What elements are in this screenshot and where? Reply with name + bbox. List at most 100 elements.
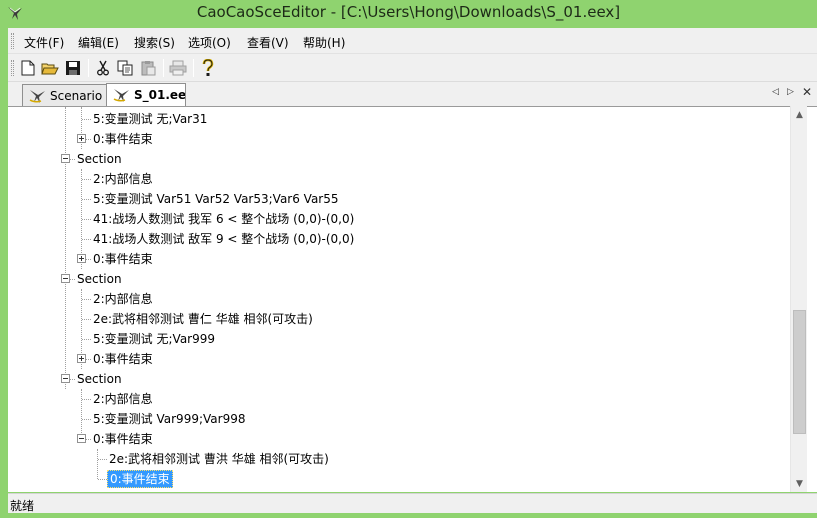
tree-node-label[interactable]: 41:战场人数测试 我军 6 < 整个战场 (0,0)-(0,0) [91, 211, 356, 227]
tree-node-label[interactable]: 0:事件结束 [107, 470, 173, 488]
tree-node[interactable]: 0:事件结束 [8, 129, 788, 149]
tree-node-label[interactable]: 41:战场人数测试 敌军 9 < 整个战场 (0,0)-(0,0) [91, 231, 356, 247]
tree-node[interactable]: 41:战场人数测试 我军 6 < 整个战场 (0,0)-(0,0) [8, 209, 788, 229]
copy-button[interactable] [115, 58, 135, 78]
menu-help[interactable]: 帮助(H) [303, 34, 345, 51]
tree-node[interactable]: 5:变量测试 Var51 Var52 Var53;Var6 Var55 [8, 189, 788, 209]
collapse-icon[interactable] [77, 434, 86, 443]
tab-scroll-right-icon[interactable]: ▷ [787, 87, 794, 97]
tree-node-label[interactable]: 0:事件结束 [91, 351, 155, 367]
tree-connector [82, 239, 91, 240]
cut-button[interactable] [93, 58, 113, 78]
tree-connector [98, 459, 107, 460]
toolbar [8, 54, 817, 82]
tree-node[interactable]: 41:战场人数测试 敌军 9 < 整个战场 (0,0)-(0,0) [8, 229, 788, 249]
tree-node-label[interactable]: 5:变量测试 Var51 Var52 Var53;Var6 Var55 [91, 191, 341, 207]
collapse-icon[interactable] [61, 154, 70, 163]
tab-s01-label: S_01.eex [134, 88, 186, 102]
toolbar-separator [193, 59, 194, 77]
tree-node-label[interactable]: 2:内部信息 [91, 171, 155, 187]
tree-node[interactable]: 2e:武将相邻测试 曹洪 华雄 相邻(可攻击) [8, 449, 788, 469]
tree-node-label[interactable]: 5:变量测试 Var999;Var998 [91, 411, 247, 427]
open-folder-icon [41, 63, 59, 75]
tree-node-label[interactable]: 0:事件结束 [91, 431, 155, 447]
scroll-down-arrow-icon[interactable]: ▼ [791, 475, 808, 492]
document-tabs: Scenario S_01.eex ◁ ▷ ✕ [8, 82, 817, 106]
vertical-scrollbar[interactable]: ▲ ▼ [790, 106, 807, 492]
menu-search[interactable]: 搜索(S) [134, 34, 175, 51]
tree-connector [82, 179, 91, 180]
menu-view[interactable]: 查看(V) [247, 34, 289, 51]
status-bar: 就绪 [8, 493, 817, 513]
tree-node[interactable]: 5:变量测试 Var999;Var998 [8, 409, 788, 429]
scroll-thumb[interactable] [793, 309, 806, 434]
toolbar-grip[interactable] [11, 60, 14, 76]
close-tab-icon[interactable]: ✕ [802, 85, 812, 99]
tree-node[interactable]: 2:内部信息 [8, 389, 788, 409]
status-text: 就绪 [10, 499, 35, 513]
open-button[interactable] [40, 58, 60, 78]
document-icon [113, 89, 129, 102]
tab-scroll-left-icon[interactable]: ◁ [772, 87, 779, 97]
print-button[interactable] [168, 58, 188, 78]
tree-connector [82, 339, 91, 340]
tree-section-node[interactable]: Section [8, 269, 788, 289]
tree-node-label[interactable]: 5:变量测试 无;Var31 [91, 111, 209, 127]
tree-connector [82, 399, 91, 400]
tree-node-label[interactable]: 0:事件结束 [91, 131, 155, 147]
event-tree[interactable]: 5:变量测试 无;Var31 0:事件结束 Section 2:内部信息 5:变量测试 … [8, 106, 817, 492]
paste-button[interactable] [138, 58, 158, 78]
help-icon [202, 59, 214, 76]
help-button[interactable] [198, 58, 218, 78]
collapse-icon[interactable] [61, 374, 70, 383]
menu-edit[interactable]: 编辑(E) [78, 34, 119, 51]
expand-icon[interactable] [77, 134, 86, 143]
tree-node[interactable]: 2e:武将相邻测试 曹仁 华雄 相邻(可攻击) [8, 309, 788, 329]
menu-file[interactable]: 文件(F) [24, 34, 64, 51]
tree-connector [82, 199, 91, 200]
tree-connector [82, 419, 91, 420]
title-bar[interactable]: CaoCaoSceEditor - [C:\Users\Hong\Downloa… [0, 0, 817, 28]
paste-icon [141, 61, 156, 76]
tree-node[interactable]: 2:内部信息 [8, 289, 788, 309]
expand-icon[interactable] [77, 354, 86, 363]
new-file-button[interactable] [18, 58, 38, 78]
tree-node[interactable]: 2:内部信息 [8, 169, 788, 189]
scroll-up-arrow-icon[interactable]: ▲ [791, 106, 808, 123]
expand-icon[interactable] [77, 254, 86, 263]
menu-options[interactable]: 选项(O) [188, 34, 231, 51]
new-file-icon [21, 60, 35, 76]
tree-node[interactable]: 5:变量测试 无;Var999 [8, 329, 788, 349]
tab-s01[interactable]: S_01.eex [106, 83, 186, 106]
scenario-icon [29, 89, 45, 103]
tab-scenario[interactable]: Scenario [22, 84, 114, 106]
tree-node-label[interactable]: Section [75, 371, 124, 387]
window-frame-bottom [0, 513, 817, 518]
tree-node-label[interactable]: 2e:武将相邻测试 曹洪 华雄 相邻(可攻击) [107, 451, 331, 467]
tree-section-node[interactable]: Section [8, 369, 788, 389]
tree-node-label[interactable]: 2e:武将相邻测试 曹仁 华雄 相邻(可攻击) [91, 311, 315, 327]
tree-node-label[interactable]: 2:内部信息 [91, 391, 155, 407]
tree-section-node[interactable]: Section [8, 149, 788, 169]
save-icon [66, 61, 80, 75]
menubar-grip[interactable] [11, 33, 14, 49]
tree-connector [82, 119, 91, 120]
tree-node-label[interactable]: Section [75, 151, 124, 167]
tree-connector [82, 219, 91, 220]
app-window: CaoCaoSceEditor - [C:\Users\Hong\Downloa… [0, 0, 817, 518]
tree-node-label[interactable]: 0:事件结束 [91, 251, 155, 267]
tree-node-label[interactable]: Section [75, 271, 124, 287]
tree-node[interactable]: 0:事件结束 [8, 249, 788, 269]
tree-node-label[interactable]: 5:变量测试 无;Var999 [91, 331, 217, 347]
cut-icon [97, 60, 109, 76]
save-button[interactable] [63, 58, 83, 78]
tree-node[interactable]: 5:变量测试 无;Var31 [8, 109, 788, 129]
toolbar-separator [88, 59, 89, 77]
tree-connector [82, 299, 91, 300]
collapse-icon[interactable] [61, 274, 70, 283]
menu-bar: 文件(F) 编辑(E) 搜索(S) 选项(O) 查看(V) 帮助(H) [8, 28, 817, 54]
tree-node[interactable]: 0:事件结束 [8, 349, 788, 369]
tree-node[interactable]: 0:事件结束 [8, 429, 788, 449]
tree-node[interactable]: 0:事件结束 [8, 469, 788, 489]
tree-node-label[interactable]: 2:内部信息 [91, 291, 155, 307]
